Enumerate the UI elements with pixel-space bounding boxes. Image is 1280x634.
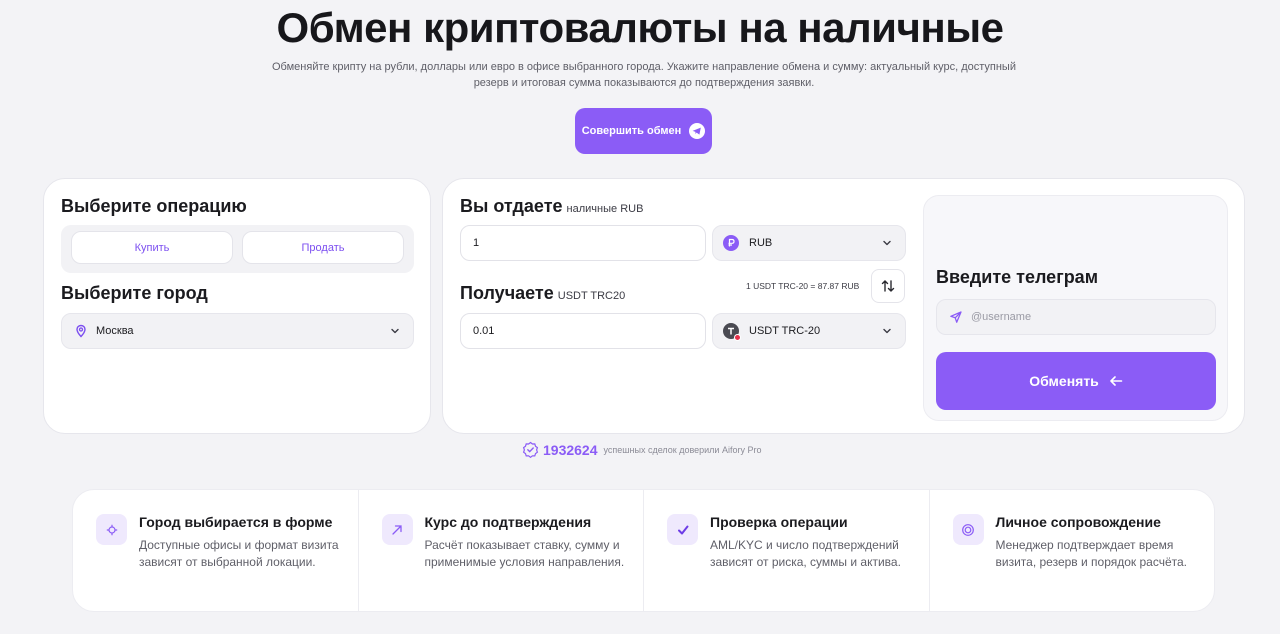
make-exchange-label: Совершить обмен: [581, 125, 682, 137]
feature-desc: AML/KYC и число подтверждений зависят от…: [710, 538, 901, 569]
sell-button[interactable]: Продать: [242, 231, 404, 264]
give-currency-select[interactable]: RUB: [712, 225, 906, 261]
city-select[interactable]: Москва: [61, 313, 414, 349]
swap-button[interactable]: [871, 269, 905, 303]
chevron-down-icon: [881, 237, 893, 249]
feature-title: Личное сопровождение: [995, 514, 1161, 530]
receive-currency-select[interactable]: USDT TRC-20: [712, 313, 906, 349]
give-currency-value: RUB: [749, 237, 773, 249]
telegram-placeholder: @username: [971, 311, 1032, 323]
feature-title: Курс до подтверждения: [424, 514, 592, 530]
arrow-up-right-icon: [381, 514, 413, 545]
feature-desc: Расчёт показывает ставку, сумму и примен…: [424, 538, 625, 569]
feature-title: Город выбирается в форме: [139, 514, 333, 530]
give-title: Вы отдаете наличные RUB: [460, 196, 643, 217]
feature-title: Проверка операции: [710, 514, 848, 530]
feature-item: Город выбирается в форме Доступные офисы…: [73, 490, 359, 611]
buy-button[interactable]: Купить: [71, 231, 233, 264]
trust-count: 1932624: [543, 441, 598, 458]
send-icon: [949, 310, 963, 324]
circle-icon: [952, 514, 984, 545]
swap-icon: [880, 278, 896, 294]
target-icon: [96, 514, 127, 545]
chevron-down-icon: [389, 325, 401, 337]
telegram-input[interactable]: @username: [936, 299, 1216, 335]
location-pin-icon: [74, 324, 88, 338]
feature-desc: Менеджер подтверждает время визита, резе…: [995, 538, 1188, 569]
trust-text: успешных сделок доверили Aifory Pro: [603, 444, 762, 455]
telegram-title: Введите телеграм: [936, 267, 1099, 287]
operation-card: Выберите операцию Купить Продать Выберит…: [43, 178, 431, 434]
telegram-icon: [689, 123, 706, 139]
page-subtitle: Обменяйте крипту на рубли, доллары или е…: [272, 61, 1016, 89]
receive-currency-value: USDT TRC-20: [749, 325, 821, 337]
give-subtitle: наличные RUB: [566, 203, 644, 215]
receive-title: Получаете USDT TRC20: [460, 283, 625, 304]
tether-icon: [723, 323, 741, 341]
exchange-submit-label: Обменять: [1029, 373, 1099, 389]
exchange-rate: 1 USDT TRC-20 = 87.87 RUB: [746, 281, 860, 291]
ruble-icon: [723, 235, 739, 251]
operation-toggle: Купить Продать: [61, 225, 414, 273]
give-amount-input[interactable]: 1: [460, 225, 706, 261]
exchange-card: Вы отдаете наличные RUB 1 RUB Получаете US…: [442, 178, 1245, 434]
verified-badge-icon: [522, 441, 539, 458]
operation-title: Выберите операцию: [61, 196, 247, 216]
city-title: Выберите город: [61, 283, 208, 303]
chevron-down-icon: [881, 325, 893, 337]
receive-amount-input[interactable]: 0.01: [460, 313, 706, 349]
telegram-panel: Введите телеграм @username Обменять: [923, 195, 1228, 421]
make-exchange-button[interactable]: Совершить обмен: [575, 108, 712, 154]
feature-item: Проверка операции AML/KYC и число подтве…: [644, 490, 930, 611]
city-value: Москва: [96, 325, 134, 337]
feature-desc: Доступные офисы и формат визита зависят …: [139, 538, 339, 569]
check-icon: [667, 514, 698, 545]
page-title: Обмен криптовалюты на наличные: [276, 4, 1004, 51]
exchange-submit-button[interactable]: Обменять: [936, 352, 1216, 410]
receive-subtitle: USDT TRC20: [557, 290, 626, 302]
feature-item: Личное сопровождение Менеджер подтвержда…: [930, 490, 1215, 611]
arrow-left-icon: [1109, 375, 1123, 387]
trust-counter: 1932624 успешных сделок доверили Aifory …: [522, 441, 761, 458]
feature-item: Курс до подтверждения Расчёт показывает …: [359, 490, 644, 611]
features-strip: Город выбирается в форме Доступные офисы…: [72, 489, 1215, 612]
receive-title-text: Получаете: [460, 283, 554, 303]
give-title-text: Вы отдаете: [460, 196, 563, 216]
